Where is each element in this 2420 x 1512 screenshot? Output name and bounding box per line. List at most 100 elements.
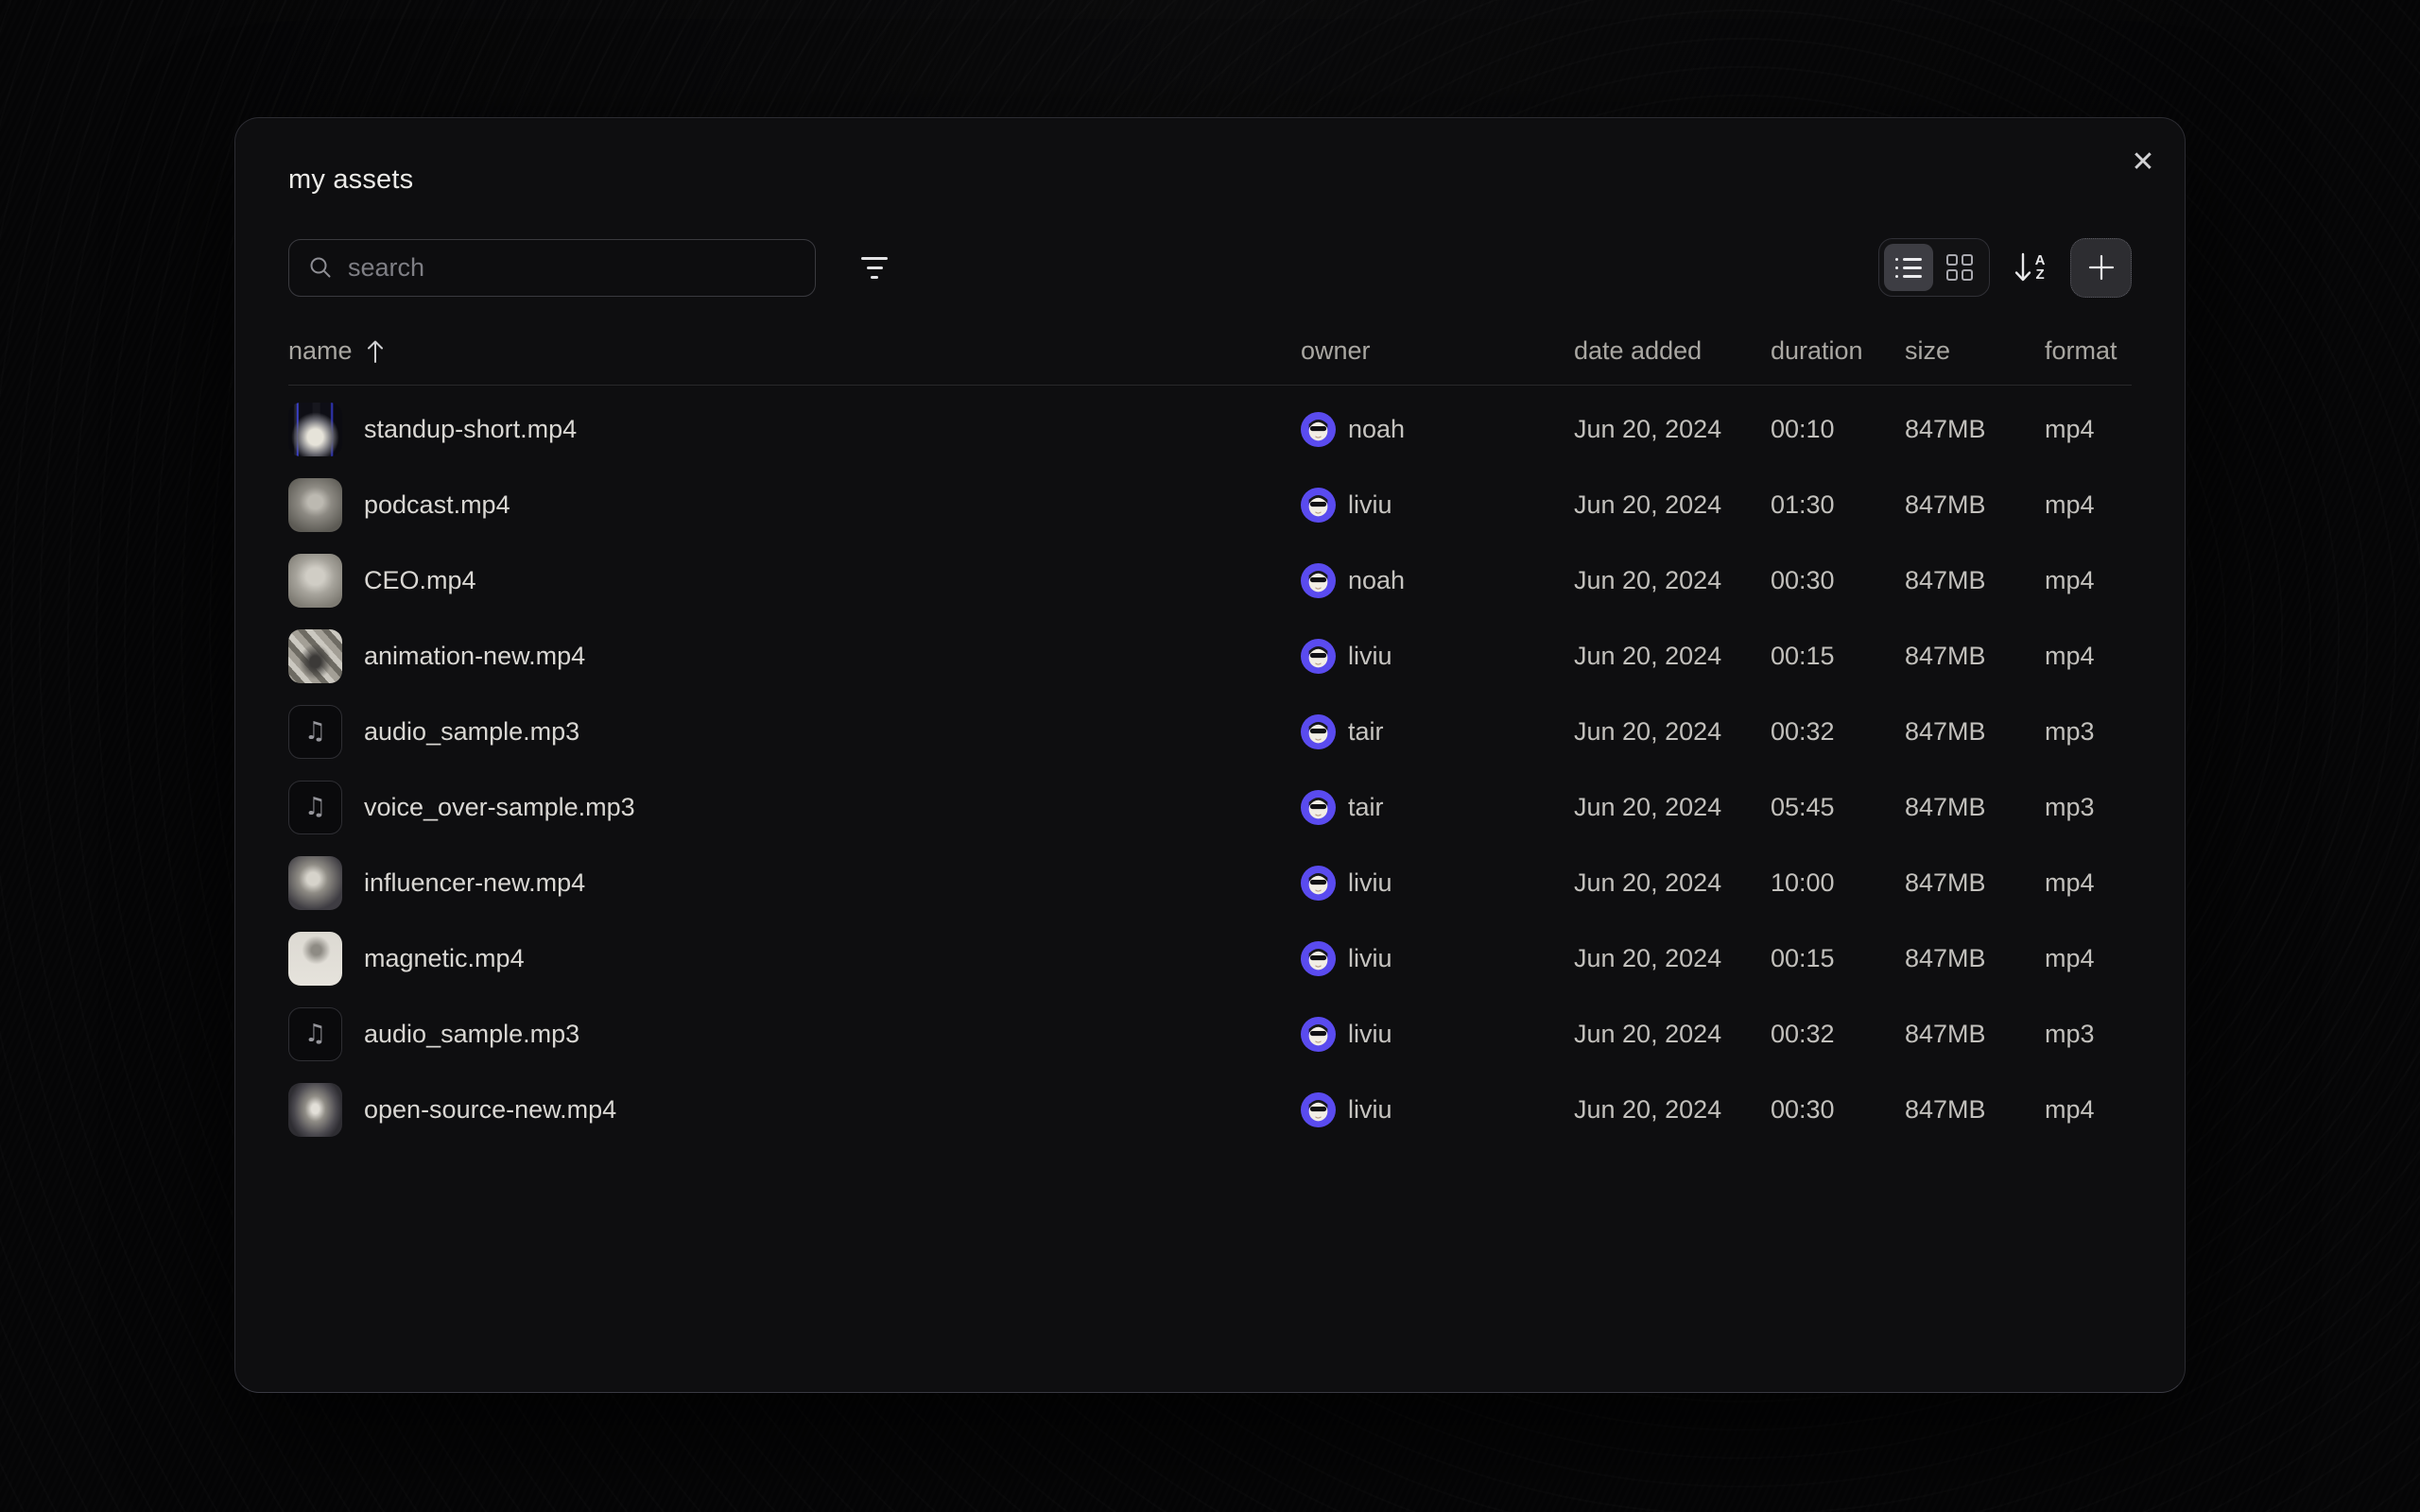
asset-thumbnail: ♫ [288,629,342,683]
cell-format: mp4 [2045,490,2132,520]
table-row[interactable]: ♫ voice_over-sample.mp3 tair Jun 20, 202… [288,769,2132,845]
owner-name: liviu [1348,1020,1392,1049]
table-row[interactable]: ♫ podcast.mp4 liviu Jun 20, 2024 01:30 8… [288,467,2132,542]
column-header-duration[interactable]: duration [1771,336,1905,366]
owner-avatar [1301,563,1336,598]
cell-duration: 00:30 [1771,1095,1905,1125]
cell-duration: 00:32 [1771,717,1905,747]
asset-thumbnail: ♫ [288,781,342,834]
owner-name: tair [1348,717,1384,747]
cell-format: mp4 [2045,566,2132,595]
cell-duration: 05:45 [1771,793,1905,822]
cell-date-added: Jun 20, 2024 [1574,793,1771,822]
cell-date-added: Jun 20, 2024 [1574,944,1771,973]
cell-size: 847MB [1905,717,2045,747]
view-toggle [1878,238,1990,297]
sort-az-label: A Z [2035,253,2046,282]
close-button[interactable]: ✕ [2120,139,2166,184]
owner-name: liviu [1348,642,1392,671]
owner-avatar [1301,488,1336,523]
asset-name: animation-new.mp4 [364,642,585,671]
search-icon [308,255,333,280]
table-row[interactable]: ♫ CEO.mp4 noah Jun 20, 2024 00:30 847MB … [288,542,2132,618]
owner-name: liviu [1348,868,1392,898]
cell-duration: 00:15 [1771,944,1905,973]
filter-lines-icon [861,257,888,260]
column-header-format[interactable]: format [2045,336,2132,366]
cell-size: 847MB [1905,642,2045,671]
add-asset-button[interactable] [2070,238,2132,298]
table-row[interactable]: ♫ standup-short.mp4 noah Jun 20, 2024 00… [288,391,2132,467]
asset-thumbnail: ♫ [288,932,342,986]
cell-duration: 00:10 [1771,415,1905,444]
asset-name: audio_sample.mp3 [364,717,579,747]
table-row[interactable]: ♫ animation-new.mp4 liviu Jun 20, 2024 0… [288,618,2132,694]
table-row[interactable]: ♫ audio_sample.mp3 tair Jun 20, 2024 00:… [288,694,2132,769]
cell-date-added: Jun 20, 2024 [1574,1095,1771,1125]
search-input[interactable] [348,253,796,283]
asset-thumbnail: ♫ [288,1083,342,1137]
page-title: my assets [288,118,2132,196]
asset-name: magnetic.mp4 [364,944,525,973]
cell-format: mp4 [2045,642,2132,671]
cell-size: 847MB [1905,1020,2045,1049]
owner-name: liviu [1348,944,1392,973]
owner-avatar [1301,790,1336,825]
grid-view-icon [1946,254,1973,281]
toolbar: A Z [288,238,2132,297]
cell-duration: 01:30 [1771,490,1905,520]
cell-format: mp4 [2045,868,2132,898]
cell-format: mp3 [2045,793,2132,822]
column-header-owner[interactable]: owner [1301,336,1574,366]
table-row[interactable]: ♫ audio_sample.mp3 liviu Jun 20, 2024 00… [288,996,2132,1072]
cell-format: mp3 [2045,717,2132,747]
owner-name: noah [1348,566,1405,595]
list-view-button[interactable] [1884,244,1933,291]
owner-avatar [1301,412,1336,447]
owner-avatar [1301,1092,1336,1127]
toolbar-right: A Z [1878,238,2132,298]
cell-date-added: Jun 20, 2024 [1574,642,1771,671]
column-header-size[interactable]: size [1905,336,2045,366]
cell-size: 847MB [1905,793,2045,822]
cell-format: mp4 [2045,944,2132,973]
owner-name: liviu [1348,490,1392,520]
owner-avatar [1301,941,1336,976]
column-header-date-added[interactable]: date added [1574,336,1771,366]
sort-arrow-icon [2014,251,2031,284]
asset-rows: ♫ standup-short.mp4 noah Jun 20, 2024 00… [288,391,2132,1147]
table-row[interactable]: ♫ open-source-new.mp4 liviu Jun 20, 2024… [288,1072,2132,1147]
owner-name: noah [1348,415,1405,444]
cell-format: mp3 [2045,1020,2132,1049]
owner-avatar [1301,639,1336,674]
cell-format: mp4 [2045,415,2132,444]
asset-thumbnail: ♫ [288,478,342,532]
cell-format: mp4 [2045,1095,2132,1125]
table-row[interactable]: ♫ influencer-new.mp4 liviu Jun 20, 2024 … [288,845,2132,920]
column-header-name[interactable]: name [288,336,1301,366]
asset-name: podcast.mp4 [364,490,510,520]
asset-name: voice_over-sample.mp3 [364,793,635,822]
asset-name: open-source-new.mp4 [364,1095,616,1125]
asset-thumbnail: ♫ [288,554,342,608]
filter-button[interactable] [850,243,899,292]
asset-thumbnail: ♫ [288,403,342,456]
grid-view-button[interactable] [1935,244,1984,291]
cell-size: 847MB [1905,415,2045,444]
cell-size: 847MB [1905,868,2045,898]
table-row[interactable]: ♫ magnetic.mp4 liviu Jun 20, 2024 00:15 … [288,920,2132,996]
owner-avatar [1301,1017,1336,1052]
cell-date-added: Jun 20, 2024 [1574,717,1771,747]
table-header: name owner date added duration size form… [288,336,2132,386]
asset-thumbnail: ♫ [288,856,342,910]
sort-ascending-icon [366,339,385,364]
cell-duration: 00:15 [1771,642,1905,671]
plus-icon [2086,252,2117,283]
asset-name: CEO.mp4 [364,566,476,595]
asset-thumbnail: ♫ [288,705,342,759]
sort-button[interactable]: A Z [2011,243,2049,292]
cell-date-added: Jun 20, 2024 [1574,415,1771,444]
my-assets-modal: ✕ my assets [234,117,2186,1393]
music-note-icon: ♫ [304,793,326,821]
list-view-icon [1895,258,1922,278]
